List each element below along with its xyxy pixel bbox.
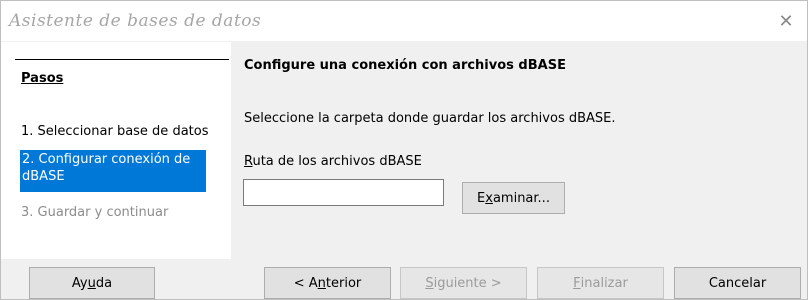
next-button[interactable]: Siguiente >	[400, 267, 527, 299]
help-label-mnemonic: u	[87, 275, 96, 291]
close-icon[interactable]: ✕	[771, 7, 801, 35]
back-label-post: terior	[325, 275, 362, 291]
cancel-button[interactable]: Cancelar	[674, 267, 801, 299]
back-button[interactable]: < An terior	[264, 267, 391, 299]
finish-button[interactable]: Finalizar	[537, 267, 664, 299]
browse-label-mnemonic: x	[485, 190, 493, 206]
window-title: Asistente de bases de datos	[9, 11, 262, 31]
page-heading: Configure una conexión con archivos dBAS…	[244, 58, 566, 73]
title-bar: Asistente de bases de datos ✕	[1, 1, 807, 41]
database-wizard-window: Asistente de bases de datos ✕ Pasos 1. S…	[0, 0, 808, 300]
path-label-text: uta de los archivos dBASE	[252, 154, 422, 169]
dbase-path-input[interactable]	[243, 179, 444, 206]
main-panel: Configure una conexión con archivos dBAS…	[233, 42, 807, 259]
steps-sidebar: Pasos 1. Seleccionar base de datos 2. Co…	[1, 42, 231, 259]
step-save-and-continue: 3. Guardar y continuar	[21, 205, 169, 220]
back-label-mnemonic: n	[317, 275, 326, 291]
steps-divider	[15, 59, 229, 60]
step-select-database[interactable]: 1. Seleccionar base de datos	[21, 123, 216, 140]
path-field-label: Ruta de los archivos dBASE	[244, 154, 422, 169]
finish-label-post: inalizar	[580, 275, 628, 291]
browse-button[interactable]: Ex aminar...	[462, 182, 565, 214]
steps-title: Pasos	[21, 71, 64, 86]
browse-label-post: aminar...	[492, 190, 550, 206]
browse-label-pre: E	[477, 190, 486, 206]
help-button[interactable]: Ay u da	[29, 267, 155, 299]
step-configure-connection[interactable]: 2. Configurar conexión de dBASE	[20, 150, 206, 192]
back-label-pre: < A	[293, 275, 318, 291]
next-label-mnemonic: S	[425, 275, 434, 291]
help-label-post: da	[95, 275, 113, 291]
next-label-post: iguiente >	[433, 275, 502, 291]
page-description: Seleccione la carpeta donde guardar los …	[244, 111, 616, 126]
finish-label-mnemonic: F	[573, 275, 581, 291]
help-label-pre: Ay	[71, 275, 88, 291]
